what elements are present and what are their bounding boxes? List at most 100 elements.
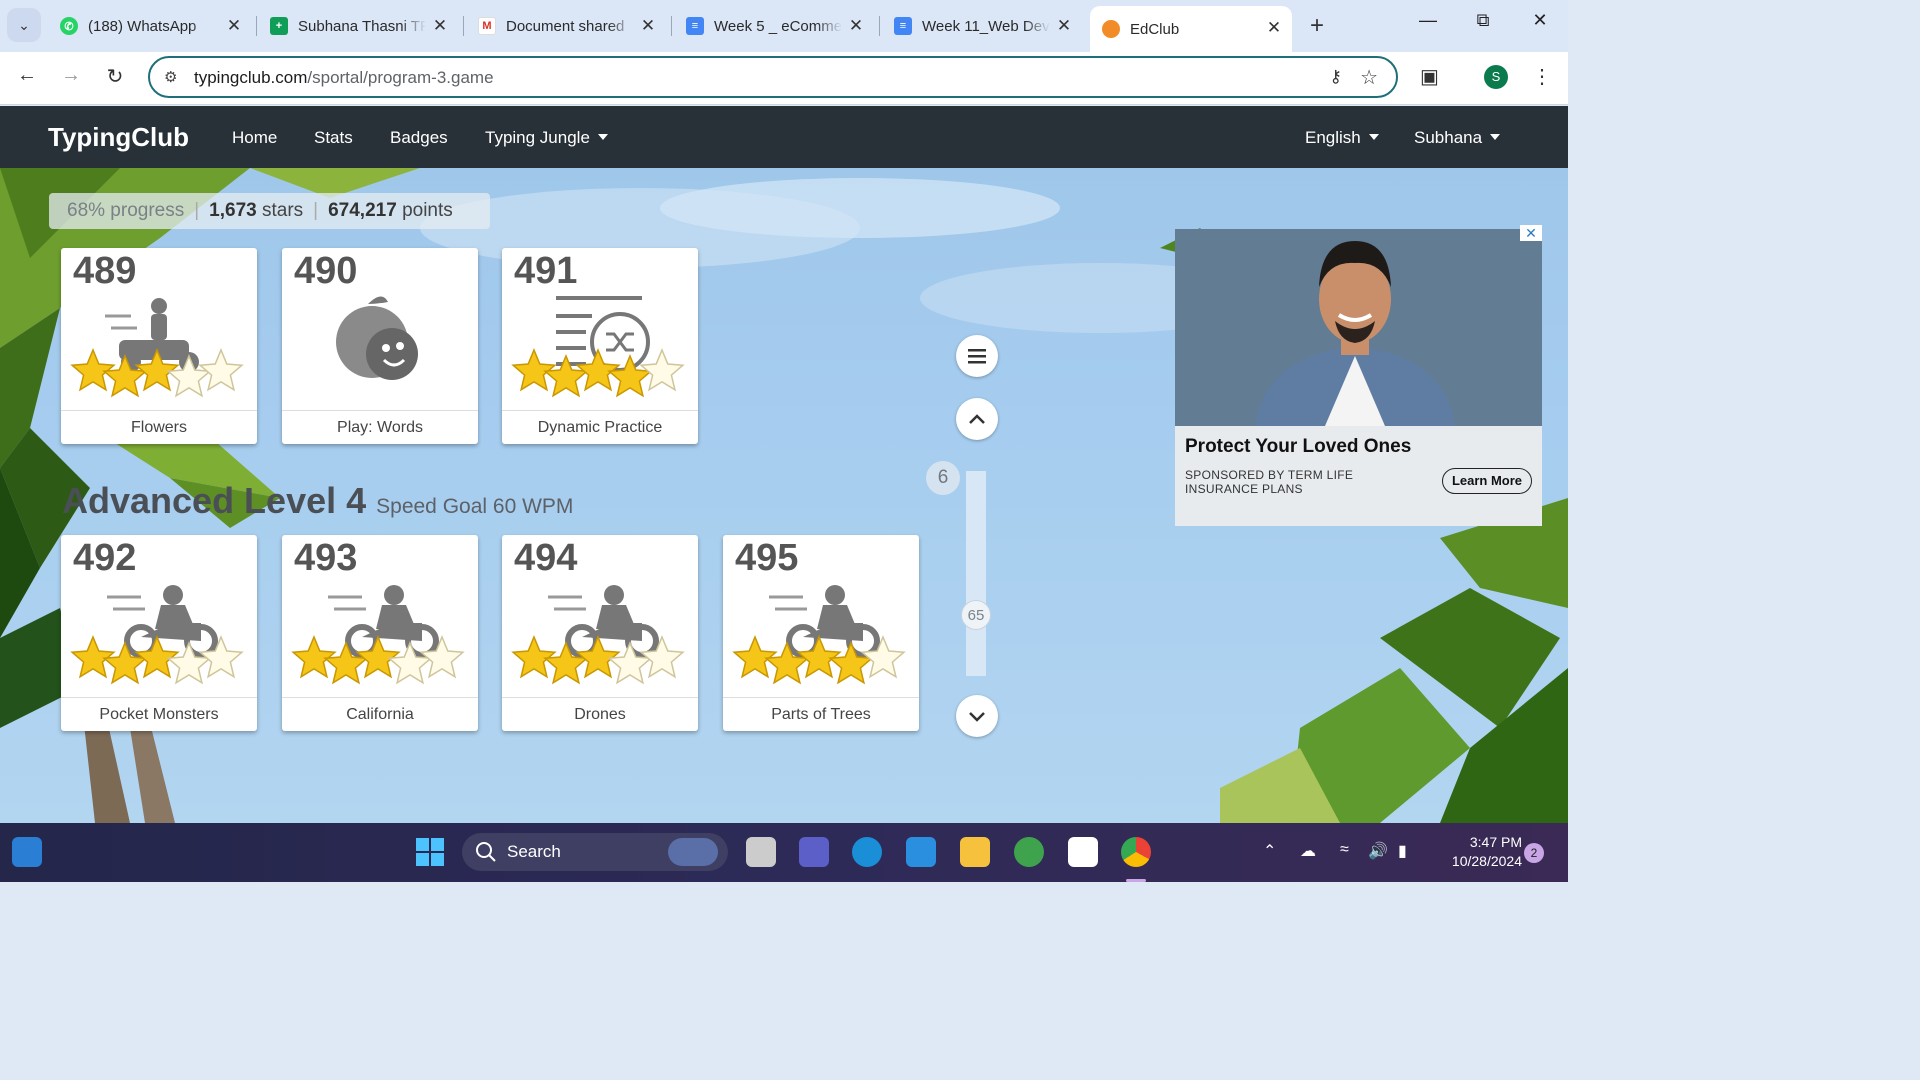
tab-sheets[interactable]: + Subhana Thasni TP ✕: [270, 8, 450, 44]
ad-sponsor: SPONSORED BY TERM LIFE INSURANCE PLANS: [1185, 468, 1354, 496]
advertisement[interactable]: ✕ Protect Your Loved Ones SPONSORED BY T…: [1175, 225, 1542, 526]
chrome-icon[interactable]: [1121, 837, 1151, 867]
reload-button[interactable]: ↻: [101, 64, 129, 89]
lesson-number: 492: [73, 537, 137, 579]
tab-gmail[interactable]: M Document shared ✕: [478, 8, 658, 44]
password-key-icon[interactable]: ⚷: [1330, 67, 1342, 87]
volume-icon[interactable]: 🔊: [1368, 841, 1388, 861]
star-filled-icon: [102, 641, 148, 685]
tab-docs-week5[interactable]: ≡ Week 5 _ eCommerce ✕: [686, 8, 866, 44]
stars-label: stars: [256, 200, 304, 221]
forward-button[interactable]: →: [57, 64, 85, 87]
tab-title: Week 5 _ eCommerce: [714, 17, 842, 35]
battery-icon[interactable]: ▮: [1398, 841, 1407, 861]
site-info-icon[interactable]: ⚙: [164, 68, 177, 86]
file-explorer-icon[interactable]: [960, 837, 990, 867]
browser-tab-strip: ⌄ ✆ (188) WhatsApp ✕ + Subhana Thasni TP…: [0, 0, 1568, 52]
typingclub-logo[interactable]: TypingClub: [48, 122, 189, 153]
lesson-number: 493: [294, 537, 358, 579]
show-hidden-icons-icon[interactable]: ⌃: [1263, 841, 1276, 861]
lesson-card-492[interactable]: 492 Pocket Monsters: [61, 535, 257, 731]
ad-headline: Protect Your Loved Ones: [1185, 436, 1412, 457]
site-header: TypingClub Home Stats Badges Typing Jung…: [0, 106, 1568, 168]
extensions-icon[interactable]: ▣: [1420, 64, 1439, 89]
notification-badge[interactable]: 2: [1524, 843, 1544, 863]
nav-typing-jungle[interactable]: Typing Jungle: [485, 128, 608, 148]
word-web-icon[interactable]: [1068, 837, 1098, 867]
stars-count: 1,673: [209, 200, 257, 221]
lesson-name: Dynamic Practice: [502, 410, 698, 444]
start-button[interactable]: [415, 837, 445, 867]
star-filled-icon: [607, 354, 653, 398]
close-icon[interactable]: ✕: [430, 16, 450, 36]
chevron-down-icon: [969, 712, 985, 722]
user-dropdown[interactable]: Subhana: [1414, 128, 1501, 148]
browser-menu-icon[interactable]: ⋮: [1532, 64, 1552, 89]
chevron-up-icon: [969, 414, 985, 424]
apple-game-icon: [336, 296, 418, 380]
lesson-card-495[interactable]: 495 Parts of Trees: [723, 535, 919, 731]
language-label: English: [1305, 128, 1361, 147]
star-filled-icon: [543, 641, 589, 685]
star-filled-icon: [70, 348, 116, 392]
lesson-card-489[interactable]: 489 Flowers: [61, 248, 257, 444]
lesson-card-493[interactable]: 493 California: [282, 535, 478, 731]
close-icon[interactable]: ✕: [846, 16, 866, 36]
scroll-up-button[interactable]: [956, 398, 998, 440]
close-icon[interactable]: ✕: [1264, 18, 1284, 38]
language-dropdown[interactable]: English: [1305, 128, 1379, 148]
close-icon[interactable]: ✕: [1054, 16, 1074, 36]
window-close-button[interactable]: ✕: [1525, 10, 1555, 31]
scroll-down-button[interactable]: [956, 695, 998, 737]
menu-button[interactable]: [956, 335, 998, 377]
restore-button[interactable]: ⧉: [1468, 10, 1498, 31]
vscode-icon[interactable]: [906, 837, 936, 867]
search-highlight-image: [668, 838, 718, 866]
address-bar[interactable]: ⚙ typingclub.com/sportal/program-3.game …: [148, 56, 1398, 98]
taskbar-search[interactable]: Search: [462, 833, 728, 871]
tab-title: Subhana Thasni TP: [298, 17, 426, 35]
onedrive-icon[interactable]: ☁: [1300, 841, 1316, 861]
edge-icon[interactable]: [852, 837, 882, 867]
browser-toolbar: ← → ↻ ⚙ typingclub.com/sportal/program-3…: [0, 52, 1568, 105]
windows-taskbar: Search ⌃ ☁ ≈ 🔊 ▮ 3:47 PM 10/28/2024 2: [0, 823, 1568, 882]
nav-home[interactable]: Home: [232, 128, 277, 148]
nav-badges[interactable]: Badges: [390, 128, 448, 148]
docs-icon: ≡: [686, 17, 704, 35]
wifi-icon[interactable]: ≈: [1340, 841, 1349, 859]
close-icon[interactable]: ✕: [638, 16, 658, 36]
tab-title: Document shared: [506, 17, 625, 35]
widgets-icon[interactable]: [12, 837, 42, 867]
back-button[interactable]: ←: [13, 64, 41, 87]
teams-icon[interactable]: [799, 837, 829, 867]
clock[interactable]: 3:47 PM 10/28/2024: [1430, 833, 1522, 871]
lesson-card-490[interactable]: 490 Play: Words: [282, 248, 478, 444]
task-view-icon[interactable]: [746, 837, 776, 867]
caret-down-icon: [597, 134, 608, 140]
whatsapp-icon: ✆: [60, 17, 78, 35]
tab-whatsapp[interactable]: ✆ (188) WhatsApp ✕: [60, 8, 244, 44]
url-text[interactable]: typingclub.com/sportal/program-3.game: [194, 68, 494, 88]
star-empty-icon: [198, 635, 244, 679]
mongodb-icon[interactable]: [1014, 837, 1044, 867]
level-scroller-handle[interactable]: 65: [961, 599, 991, 630]
tab-title: Week 11_Web Dev: [922, 17, 1050, 35]
minimize-button[interactable]: —: [1413, 10, 1443, 31]
ad-learn-more-button[interactable]: Learn More: [1442, 468, 1532, 494]
nav-typing-jungle-label: Typing Jungle: [485, 128, 590, 147]
lesson-card-491[interactable]: 491 Dynamic Practice: [502, 248, 698, 444]
new-tab-button[interactable]: +: [1304, 12, 1330, 40]
tab-edclub-active[interactable]: EdClub ✕: [1090, 6, 1292, 52]
tab-search-button[interactable]: ⌄: [7, 8, 41, 42]
ad-close-icon[interactable]: ✕: [1520, 225, 1542, 241]
close-icon[interactable]: ✕: [224, 16, 244, 36]
lesson-card-494[interactable]: 494 Drones: [502, 535, 698, 731]
nav-stats[interactable]: Stats: [314, 128, 353, 148]
tab-docs-week11[interactable]: ≡ Week 11_Web Dev ✕: [894, 8, 1074, 44]
level-start-number: 6: [926, 461, 960, 495]
bookmark-star-icon[interactable]: ☆: [1360, 65, 1378, 90]
level-scroller-track[interactable]: [966, 471, 986, 676]
star-empty-icon: [860, 635, 906, 679]
lesson-name: Pocket Monsters: [61, 697, 257, 731]
profile-avatar[interactable]: S: [1484, 65, 1508, 89]
